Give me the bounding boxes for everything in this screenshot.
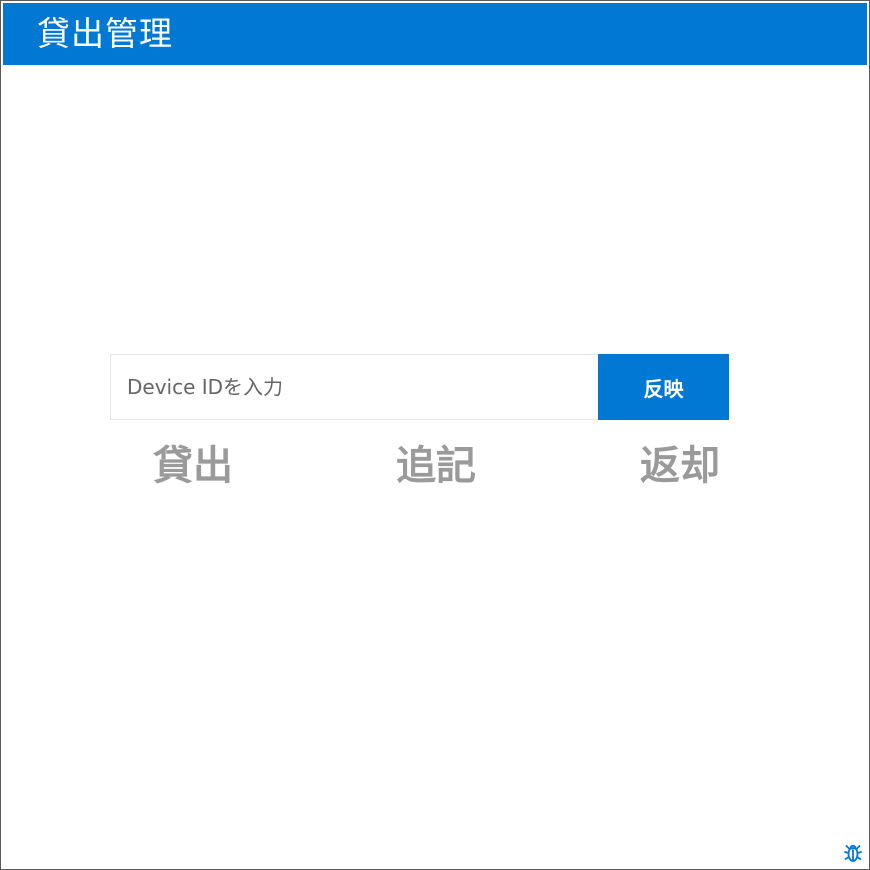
bug-icon[interactable] [841,841,865,865]
return-button[interactable]: 返却 [635,441,725,491]
apply-button[interactable]: 反映 [598,354,729,420]
lend-button[interactable]: 貸出 [148,441,238,491]
app-window: 貸出管理 反映 貸出 追記 返却 [0,0,870,870]
device-id-input[interactable] [110,354,598,420]
app-header: 貸出管理 [3,3,867,65]
append-button[interactable]: 追記 [391,441,481,491]
page-title: 貸出管理 [37,14,173,53]
device-id-form: 反映 [110,354,729,420]
